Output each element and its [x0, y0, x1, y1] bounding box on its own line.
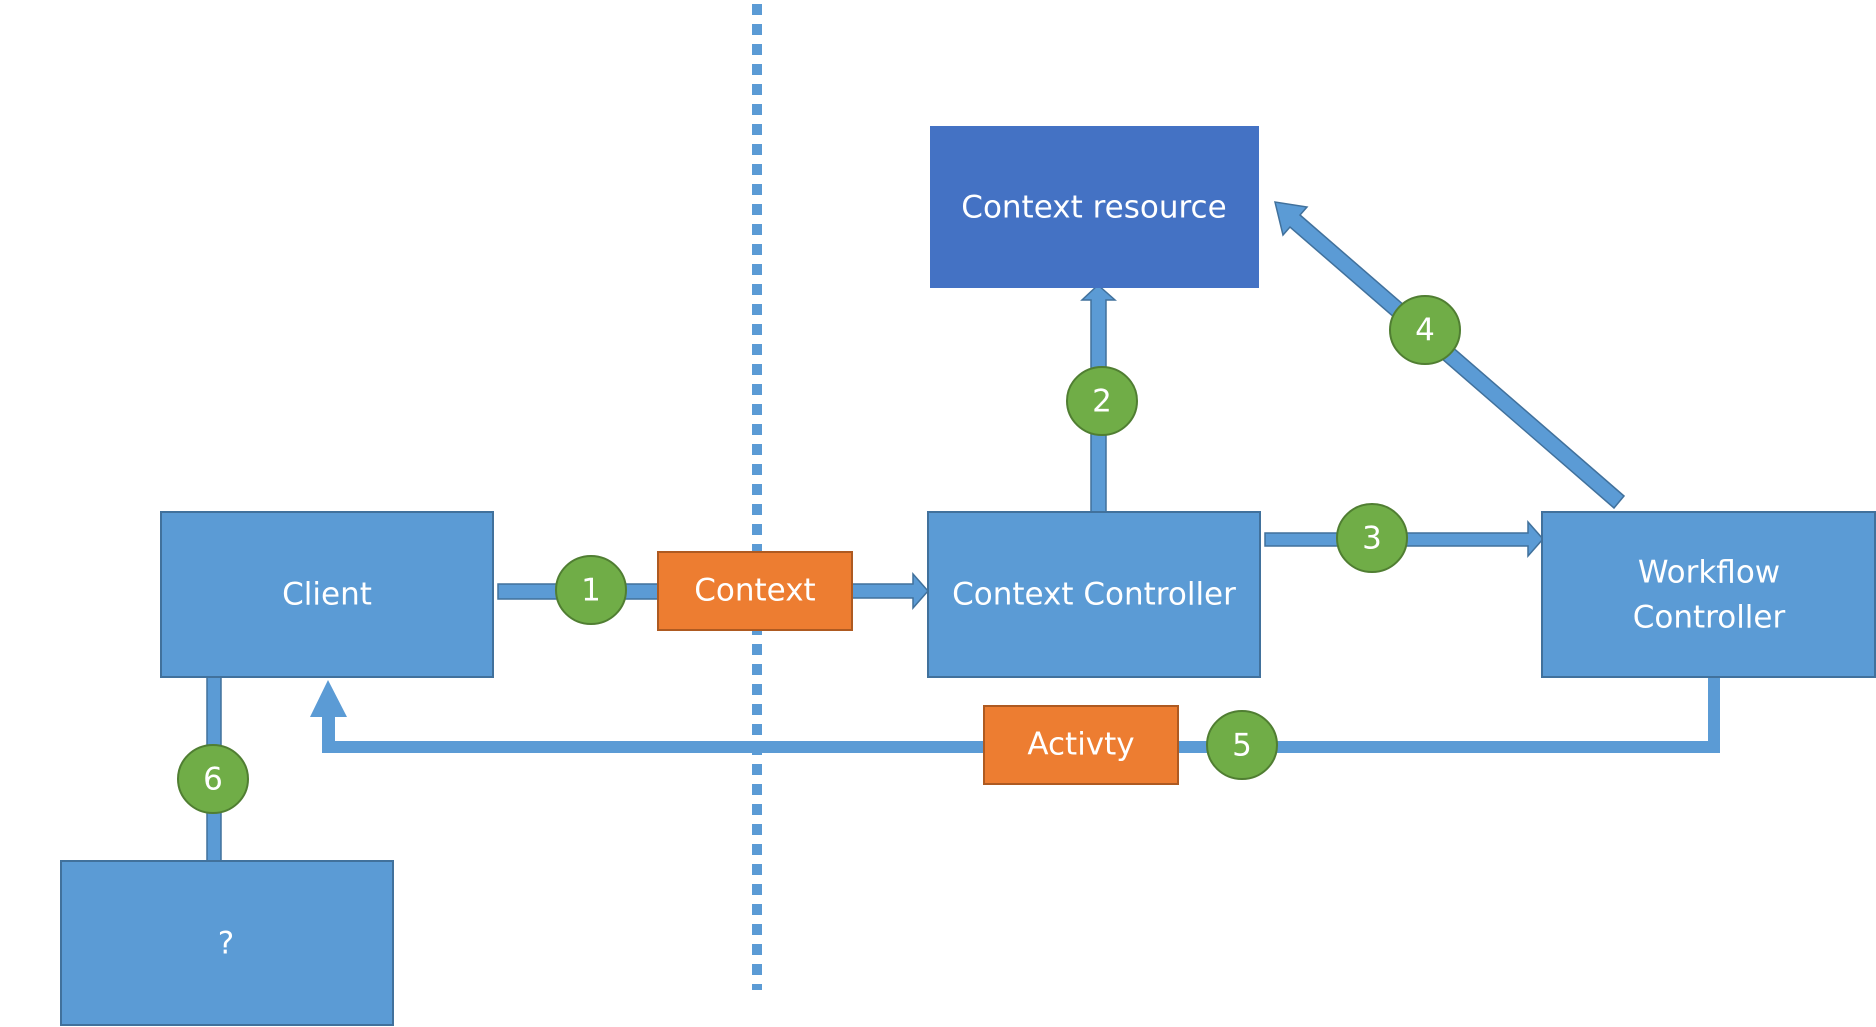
node-workflow-controller-label-line2: Controller [1633, 600, 1786, 636]
step-marker-6: 6 [177, 744, 249, 814]
node-unknown-label: ? [218, 926, 234, 962]
step-marker-3-label: 3 [1362, 521, 1382, 557]
step-marker-2-label: 2 [1092, 384, 1112, 420]
step-marker-6-label: 6 [203, 762, 223, 798]
message-activity[interactable]: Activty [983, 705, 1179, 785]
diagram-canvas: Context resource Client Context Controll… [60, 4, 1876, 1026]
node-context-controller[interactable]: Context Controller [927, 511, 1261, 678]
node-workflow-controller-label-line1: Workflow [1638, 555, 1780, 591]
node-client-label: Client [282, 577, 372, 613]
step-marker-5-label: 5 [1232, 728, 1252, 764]
step-marker-1-label: 1 [581, 573, 601, 609]
node-workflow-controller[interactable]: Workflow Controller [1541, 511, 1876, 678]
message-context[interactable]: Context [657, 551, 853, 631]
node-context-controller-label: Context Controller [952, 577, 1236, 613]
step-marker-3: 3 [1336, 503, 1408, 573]
step-marker-2: 2 [1066, 366, 1138, 436]
message-context-label: Context [694, 573, 815, 609]
node-context-resource[interactable]: Context resource [930, 126, 1259, 288]
node-context-resource-label: Context resource [961, 190, 1226, 226]
node-unknown[interactable]: ? [60, 860, 394, 1026]
step-marker-1: 1 [555, 555, 627, 625]
node-client[interactable]: Client [160, 511, 494, 678]
step-marker-4: 4 [1389, 295, 1461, 365]
step-marker-5: 5 [1206, 710, 1278, 780]
step-marker-4-label: 4 [1415, 313, 1435, 349]
message-activity-label: Activty [1027, 727, 1134, 763]
